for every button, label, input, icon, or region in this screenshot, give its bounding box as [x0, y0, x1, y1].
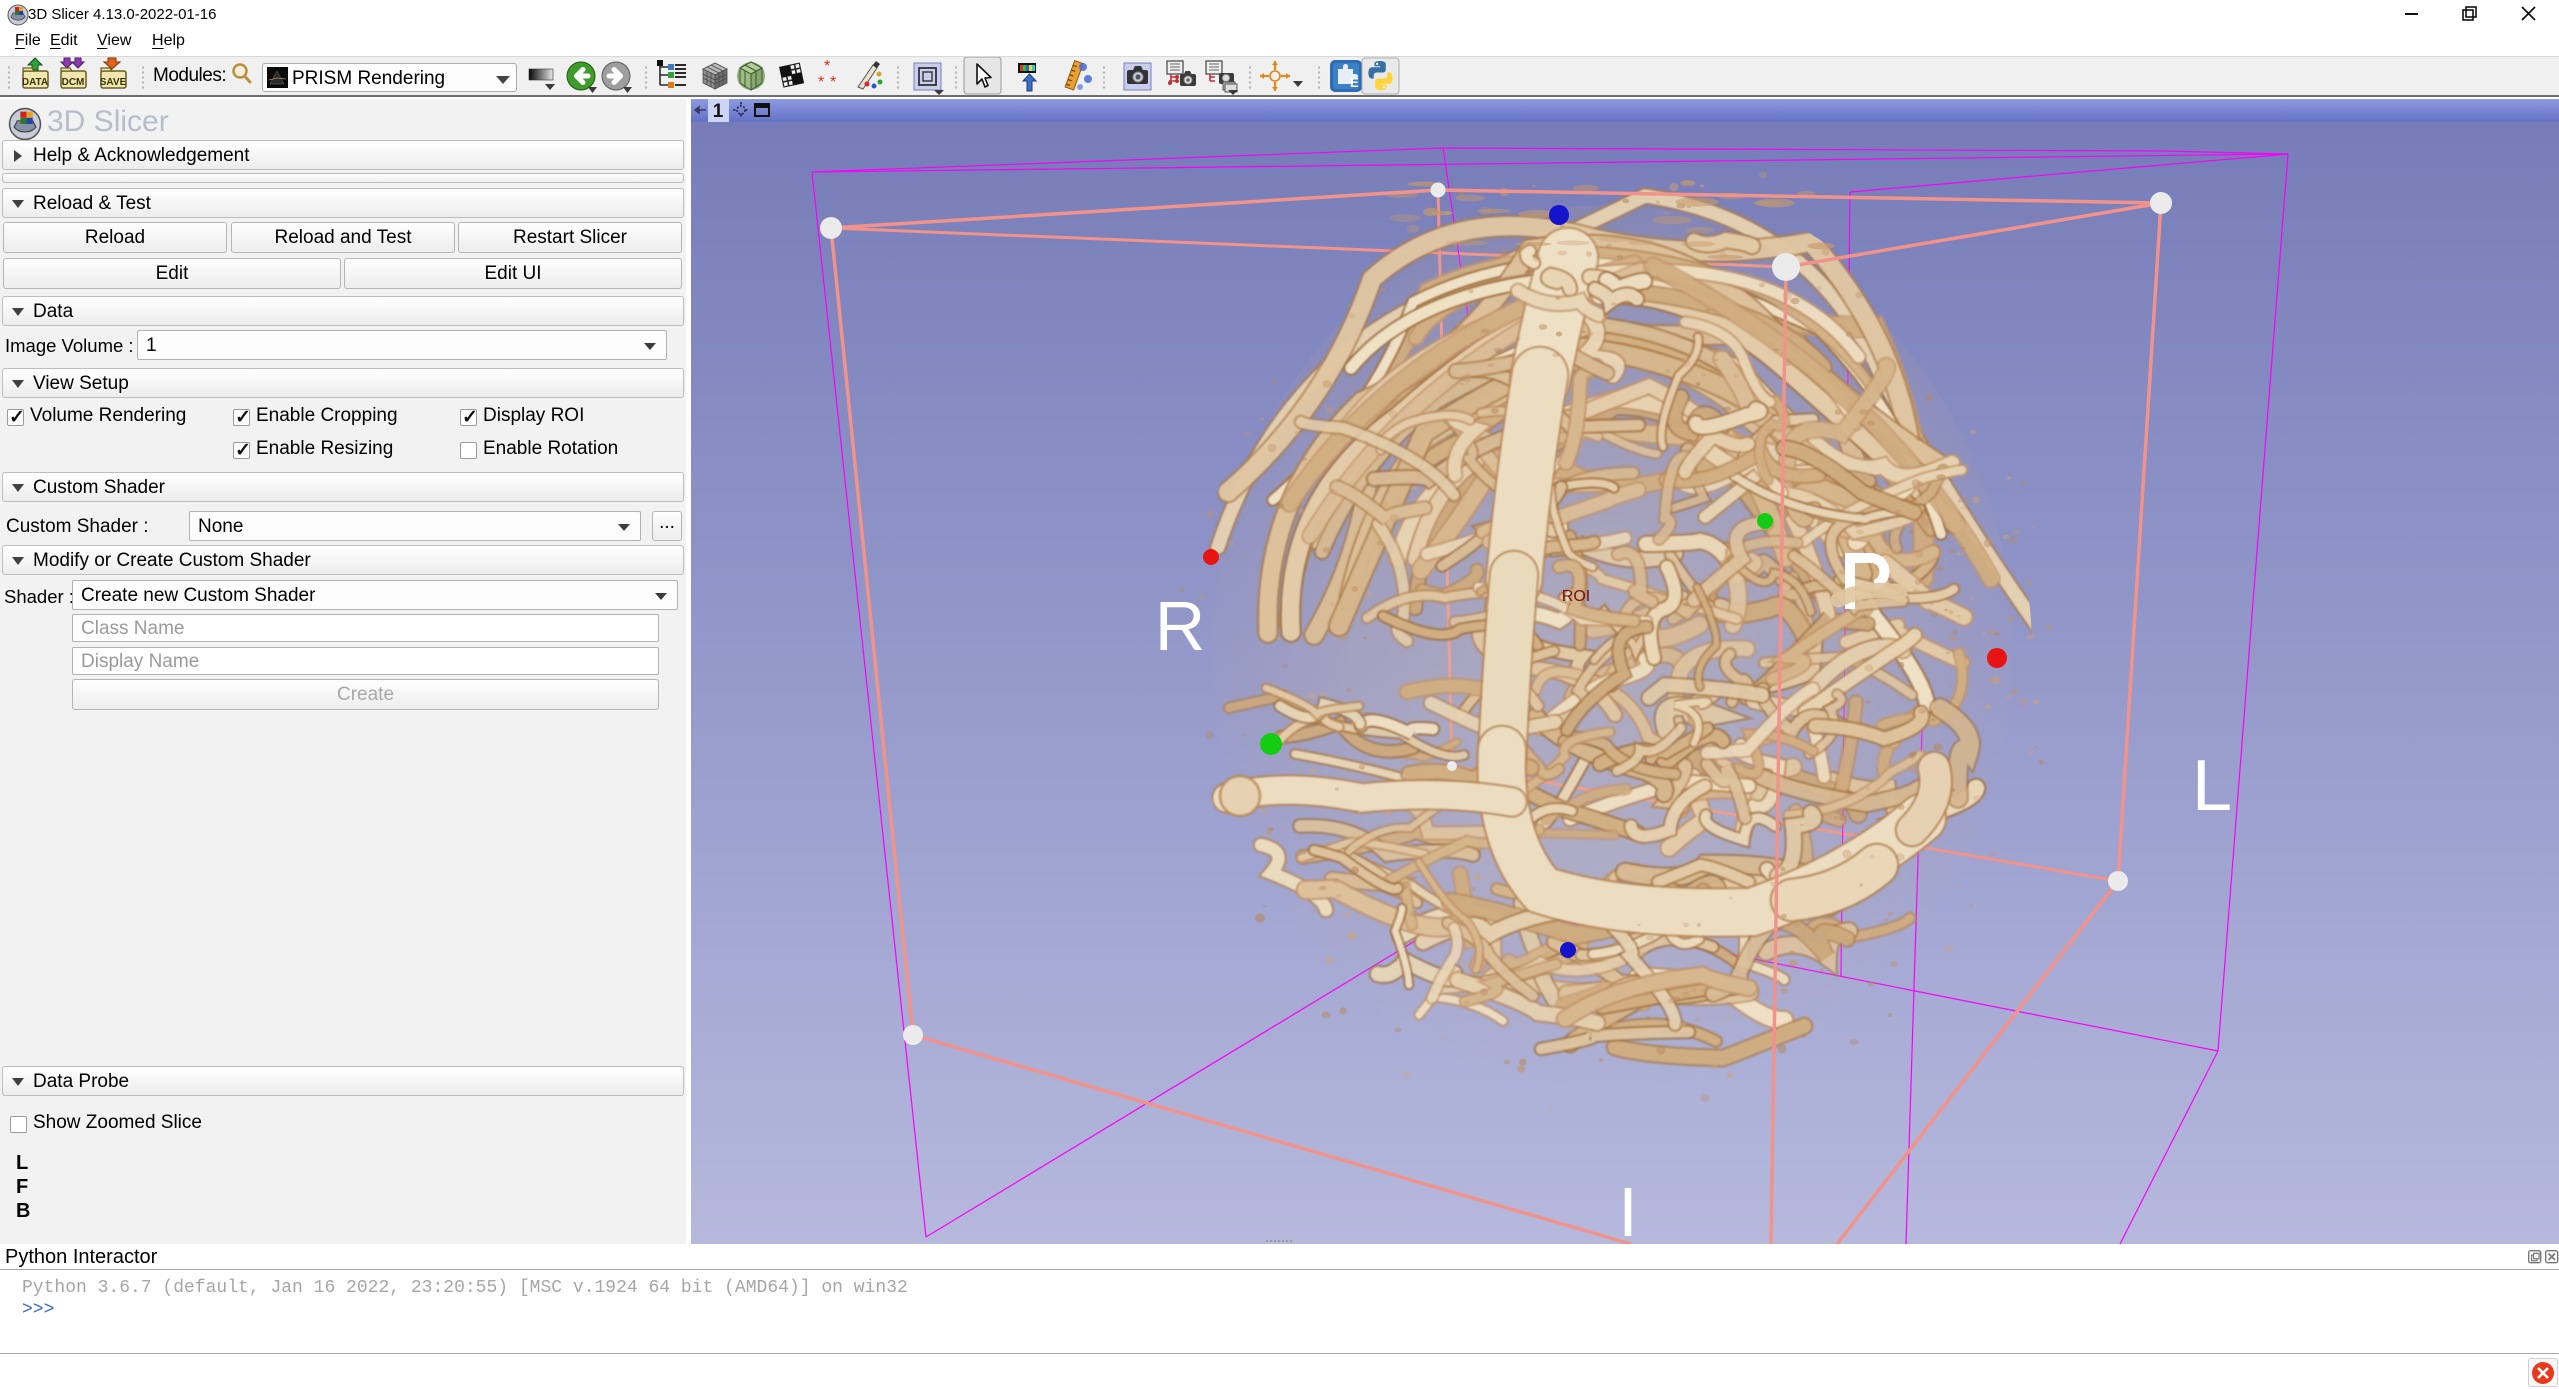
svg-text:*: * — [818, 74, 824, 91]
svg-text:R: R — [1155, 587, 1206, 665]
svg-text:I: I — [1618, 1173, 1637, 1244]
svg-text:DATA: DATA — [22, 77, 48, 88]
svg-text:L: L — [2192, 746, 2232, 826]
svg-text:*: * — [824, 58, 830, 75]
svg-text:ROI: ROI — [1562, 588, 1590, 605]
svg-text:*: * — [830, 74, 836, 91]
svg-text:SAVE: SAVE — [100, 77, 127, 88]
svg-text:E: E — [1350, 75, 1359, 90]
svg-text:DCM: DCM — [62, 77, 85, 88]
svg-text:1: 1 — [713, 101, 724, 122]
